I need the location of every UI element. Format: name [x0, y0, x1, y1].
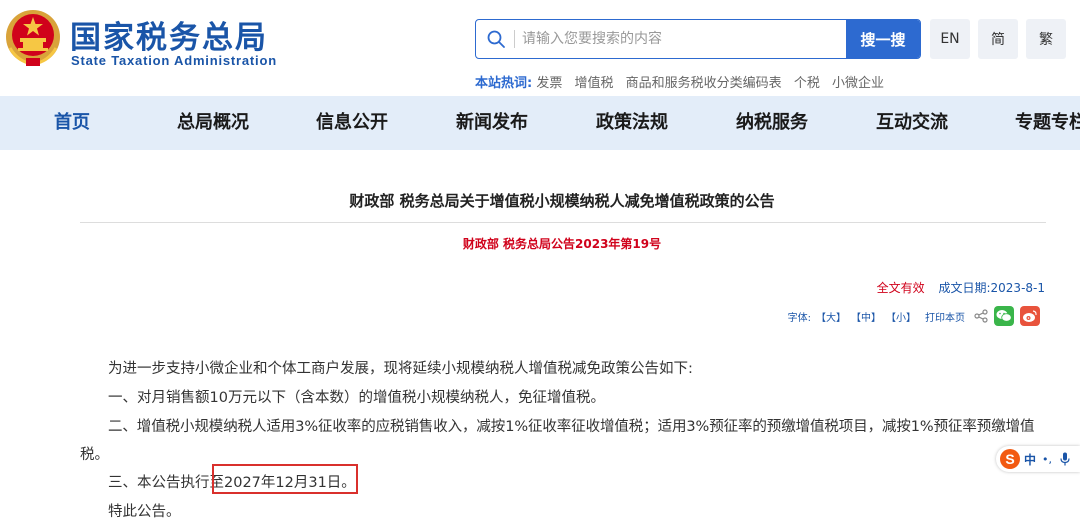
search-box: 搜一搜	[475, 19, 921, 59]
article-title: 财政部 税务总局关于增值税小规模纳税人减免增值税政策的公告	[349, 192, 775, 210]
issue-date: 成文日期:2023-8-1	[938, 281, 1045, 295]
lang-en-button[interactable]: EN	[930, 19, 970, 59]
main-nav: 首页 总局概况 信息公开 新闻发布 政策法规 纳税服务 互动交流 专题专栏	[0, 96, 1080, 150]
nav-item-interaction[interactable]: 互动交流	[876, 96, 948, 150]
share-icon[interactable]	[974, 309, 988, 323]
document-number: 财政部 税务总局公告2023年第19号	[462, 237, 662, 251]
hot-keywords: 本站热词: 发票 增值税 商品和服务税收分类编码表 个税 小微企业	[475, 72, 892, 91]
ime-mode-toggle[interactable]: 中	[1024, 451, 1036, 468]
paragraph-item-2: 二、增值税小规模纳税人适用3%征收率的应税销售收入，减按1%征收率征收增值税；适…	[108, 419, 1035, 435]
site-header: 国家税务总局 State Taxation Administration 搜一搜…	[0, 0, 1080, 96]
hot-keyword-link[interactable]: 发票	[536, 76, 562, 91]
hot-keyword-link[interactable]: 个税	[794, 76, 820, 91]
paragraph-item-2-continued: 税。	[80, 447, 109, 463]
national-emblem-icon	[6, 10, 60, 66]
sogou-logo-icon[interactable]: S	[1000, 449, 1020, 469]
nav-item-tax-service[interactable]: 纳税服务	[736, 96, 808, 150]
validity-status: 全文有效	[876, 281, 925, 295]
lang-traditional-button[interactable]: 繁	[1026, 19, 1066, 59]
date-highlight-box	[212, 464, 358, 494]
paragraph-closing: 特此公告。	[108, 504, 181, 518]
search-input[interactable]	[522, 20, 842, 58]
nav-item-home[interactable]: 首页	[54, 96, 90, 150]
font-small-button[interactable]: 【小】	[886, 309, 916, 324]
paragraph-intro: 为进一步支持小微企业和个体工商户发展，现将延续小规模纳税人增值税减免政策公告如下…	[108, 361, 693, 377]
hot-keyword-link[interactable]: 小微企业	[832, 76, 884, 91]
font-large-button[interactable]: 【大】	[816, 309, 846, 324]
ime-punct-toggle[interactable]: •,	[1042, 453, 1052, 466]
hot-keywords-label: 本站热词:	[475, 76, 533, 91]
article-meta: 全文有效 成文日期:2023-8-1	[877, 279, 1045, 296]
logo-text-cn[interactable]: 国家税务总局	[70, 12, 268, 57]
title-divider	[80, 222, 1046, 223]
search-divider	[514, 30, 515, 48]
nav-item-topics[interactable]: 专题专栏	[1015, 96, 1080, 150]
weibo-share-icon[interactable]	[1020, 306, 1040, 326]
nav-item-overview[interactable]: 总局概况	[177, 96, 249, 150]
font-medium-button[interactable]: 【中】	[851, 309, 881, 324]
search-button[interactable]: 搜一搜	[846, 20, 920, 58]
font-size-label: 字体:	[787, 312, 811, 324]
nav-item-disclosure[interactable]: 信息公开	[316, 96, 388, 150]
microphone-icon[interactable]	[1060, 452, 1070, 466]
hot-keyword-link[interactable]: 商品和服务税收分类编码表	[626, 76, 782, 91]
nav-item-policy[interactable]: 政策法规	[596, 96, 668, 150]
article-tools: 字体: 【大】 【中】 【小】 打印本页	[788, 305, 1040, 327]
logo-text-en[interactable]: State Taxation Administration	[71, 53, 277, 68]
search-icon	[487, 30, 505, 48]
ime-toolbar[interactable]: S 中 •,	[996, 446, 1080, 472]
print-button[interactable]: 打印本页	[925, 309, 965, 324]
paragraph-item-1: 一、对月销售额10万元以下（含本数）的增值税小规模纳税人，免征增值税。	[108, 390, 605, 406]
wechat-share-icon[interactable]	[994, 306, 1014, 326]
lang-simplified-button[interactable]: 简	[978, 19, 1018, 59]
hot-keyword-link[interactable]: 增值税	[575, 76, 614, 91]
nav-item-news[interactable]: 新闻发布	[456, 96, 528, 150]
